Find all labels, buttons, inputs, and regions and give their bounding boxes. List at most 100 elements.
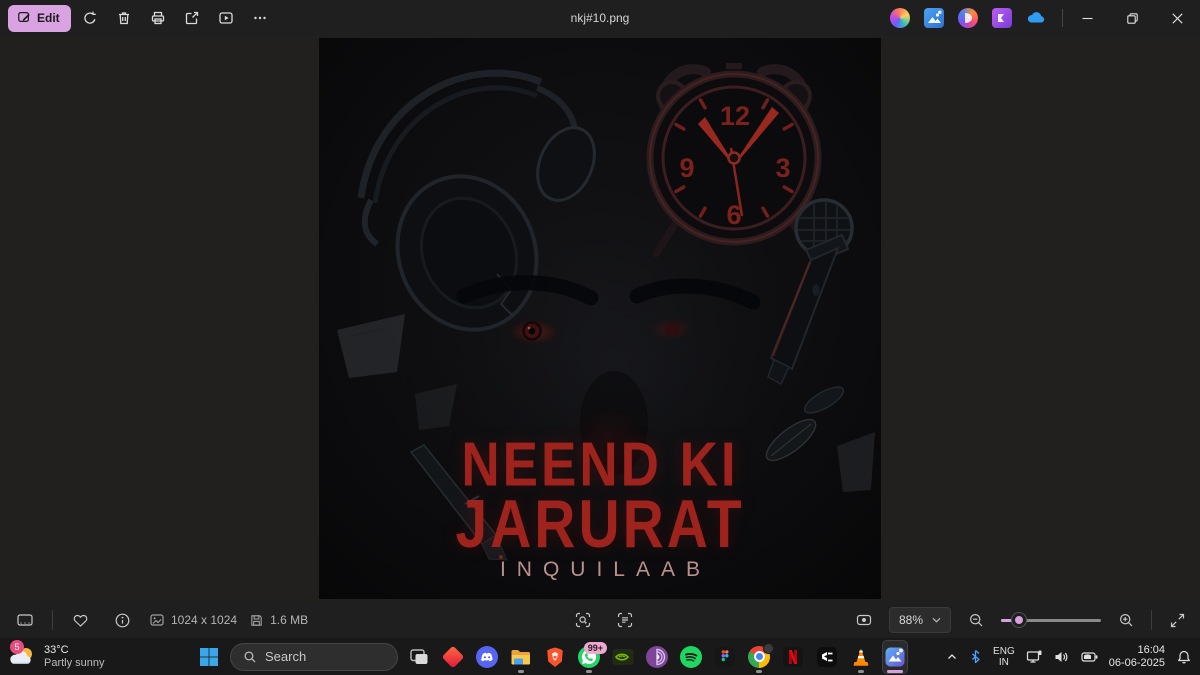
clipchamp-icon[interactable] bbox=[992, 8, 1012, 28]
battery-icon bbox=[1081, 651, 1098, 663]
weather-condition: Partly sunny bbox=[44, 657, 105, 670]
delete-button[interactable] bbox=[109, 3, 139, 33]
photo-nkj10[interactable]: 12 3 6 9 bbox=[319, 38, 881, 599]
capcut-icon bbox=[815, 645, 839, 669]
start-button[interactable] bbox=[196, 640, 222, 674]
onedrive-icon[interactable] bbox=[1026, 8, 1046, 28]
notification-center-button[interactable] bbox=[1174, 642, 1194, 672]
taskbar-app-discord[interactable] bbox=[474, 640, 500, 674]
print-icon bbox=[150, 10, 166, 26]
image-viewer-canvas: 12 3 6 9 bbox=[0, 36, 1200, 602]
dimensions-meta: 1024 x 1024 bbox=[149, 612, 237, 628]
taskbar-app-spotify[interactable] bbox=[678, 640, 704, 674]
taskbar-app-nvidia[interactable] bbox=[610, 640, 636, 674]
designer-icon[interactable] bbox=[958, 8, 978, 28]
zoom-in-button[interactable] bbox=[1111, 605, 1141, 635]
taskbar-search-box[interactable]: Search bbox=[230, 643, 398, 671]
bluetooth-icon bbox=[969, 649, 982, 664]
zoom-out-button[interactable] bbox=[961, 605, 991, 635]
taskbar-app-brave[interactable] bbox=[542, 640, 568, 674]
chrome-icon bbox=[747, 645, 771, 669]
search-placeholder: Search bbox=[265, 649, 306, 664]
share-icon bbox=[184, 10, 200, 26]
whatsapp-icon: 99+ bbox=[577, 645, 601, 669]
image-dimensions-icon bbox=[149, 612, 165, 628]
minimize-button[interactable] bbox=[1065, 0, 1110, 36]
tray-chevron-button[interactable] bbox=[944, 642, 960, 672]
slideshow-button[interactable] bbox=[211, 3, 241, 33]
edit-button[interactable]: Edit bbox=[8, 5, 71, 32]
running-indicator bbox=[518, 670, 524, 673]
language-indicator[interactable]: ENG IN bbox=[991, 642, 1017, 672]
weather-icon: 5 bbox=[8, 644, 36, 670]
file-info-button[interactable] bbox=[107, 605, 137, 635]
visual-search-button[interactable] bbox=[568, 605, 598, 635]
zoom-in-icon bbox=[1118, 612, 1135, 629]
zoom-slider-thumb[interactable] bbox=[1012, 613, 1026, 627]
taskbar-app-vlc[interactable] bbox=[848, 640, 874, 674]
fullscreen-button[interactable] bbox=[1162, 605, 1192, 635]
running-indicator bbox=[756, 670, 762, 673]
taskbar-app-tor[interactable] bbox=[644, 640, 670, 674]
text-actions-button[interactable] bbox=[610, 605, 640, 635]
more-options-button[interactable] bbox=[245, 3, 275, 33]
clock-date-widget[interactable]: 16:04 06-06-2025 bbox=[1107, 642, 1167, 672]
slideshow-icon bbox=[218, 10, 234, 26]
fullscreen-icon bbox=[1169, 612, 1186, 629]
weather-temperature: 33°C bbox=[44, 644, 105, 657]
visual-search-icon bbox=[574, 611, 592, 629]
bluetooth-tray-button[interactable] bbox=[967, 642, 984, 672]
volume-tray-button[interactable] bbox=[1052, 642, 1072, 672]
brave-icon bbox=[543, 645, 567, 669]
fit-to-window-icon bbox=[855, 611, 873, 629]
taskbar-app-figma[interactable] bbox=[712, 640, 738, 674]
weather-notification-badge: 5 bbox=[10, 640, 24, 654]
battery-tray-button[interactable] bbox=[1079, 642, 1100, 672]
share-button[interactable] bbox=[177, 3, 207, 33]
network-tray-button[interactable] bbox=[1024, 642, 1045, 672]
edit-pen-icon bbox=[17, 10, 31, 27]
restore-button[interactable] bbox=[1110, 0, 1155, 36]
taskbar: 5 33°C Partly sunny bbox=[0, 638, 1200, 675]
photos-icon[interactable] bbox=[924, 8, 944, 28]
taskbar-app-chrome[interactable] bbox=[746, 640, 772, 674]
info-icon bbox=[114, 612, 131, 629]
taskbar-center: Search bbox=[196, 638, 908, 675]
zoom-out-icon bbox=[968, 612, 985, 629]
heart-icon bbox=[72, 612, 89, 629]
taskbar-app-file-explorer[interactable] bbox=[508, 640, 534, 674]
window-controls bbox=[1065, 0, 1200, 36]
print-button[interactable] bbox=[143, 3, 173, 33]
netflix-icon bbox=[781, 645, 805, 669]
taskbar-app-whatsapp[interactable]: 99+ bbox=[576, 640, 602, 674]
zoom-slider[interactable] bbox=[1001, 613, 1101, 627]
image-dimensions: 1024 x 1024 bbox=[171, 613, 237, 627]
taskbar-app-capcut[interactable] bbox=[814, 640, 840, 674]
taskbar-app-games-diamond[interactable] bbox=[440, 640, 466, 674]
spotify-icon bbox=[679, 645, 703, 669]
photos-app-icon bbox=[884, 646, 906, 668]
titlebar-divider bbox=[1062, 9, 1063, 27]
statusbar-divider bbox=[52, 610, 53, 630]
favorite-button[interactable] bbox=[65, 605, 95, 635]
system-tray: ENG IN bbox=[944, 638, 1194, 675]
edit-button-label: Edit bbox=[37, 11, 60, 25]
nvidia-geforce-icon bbox=[611, 645, 635, 669]
notification-bell-icon bbox=[1176, 649, 1192, 665]
volume-icon bbox=[1054, 650, 1070, 664]
copilot-icon[interactable] bbox=[890, 8, 910, 28]
rotate-button[interactable] bbox=[75, 3, 105, 33]
fit-to-window-button[interactable] bbox=[849, 605, 879, 635]
taskbar-app-photos-active[interactable] bbox=[882, 640, 908, 674]
chevron-down-icon bbox=[932, 617, 941, 623]
weather-widget[interactable]: 5 33°C Partly sunny bbox=[8, 638, 105, 675]
album-text-block: NEEND KI JARURAT INQUILAAB bbox=[319, 436, 881, 582]
file-explorer-icon bbox=[509, 645, 533, 669]
taskbar-app-netflix[interactable] bbox=[780, 640, 806, 674]
task-view-button[interactable] bbox=[406, 640, 432, 674]
zoom-level-dropdown[interactable]: 88% bbox=[889, 607, 951, 633]
file-size: 1.6 MB bbox=[270, 613, 308, 627]
filmstrip-toggle-button[interactable] bbox=[10, 605, 40, 635]
running-indicator bbox=[586, 670, 592, 673]
close-button[interactable] bbox=[1155, 0, 1200, 36]
